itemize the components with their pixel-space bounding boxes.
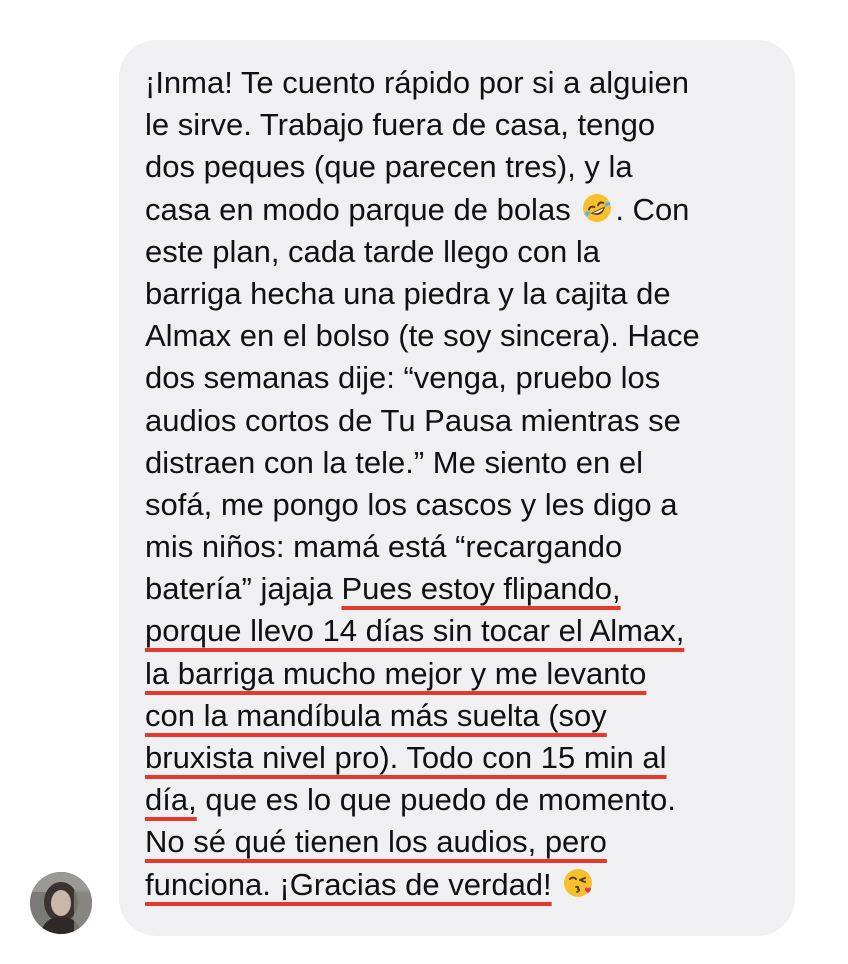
message-text-segment: audios cortos de Tu Pausa mientras se (145, 402, 681, 438)
message-line: funciona. ¡Gracias de verdad! (145, 864, 785, 906)
message-text-segment: casa en modo parque de bolas (145, 191, 571, 227)
message-line: día, que es lo que puedo de momento. (145, 779, 785, 821)
message-text-segment: Almax en el bolso (te soy sincera). Hace (145, 318, 700, 354)
message-text-segment: distraen con la tele.” Me siento en el (145, 444, 643, 480)
message-line: batería” jajaja Pues estoy flipando, (145, 568, 785, 610)
avatar[interactable] (30, 872, 92, 934)
message-line: la barriga mucho mejor y me levanto (145, 653, 785, 695)
message-line: sofá, me pongo los cascos y les digo a (145, 484, 785, 526)
message-line: le sirve. Trabajo fuera de casa, tengo (145, 104, 785, 146)
message-text-segment: sofá, me pongo los cascos y les digo a (145, 486, 678, 522)
message-line: dos semanas dije: “venga, pruebo los (145, 357, 785, 399)
message-text-segment: mis niños: mamá está “recargando (145, 529, 623, 565)
highlighted-text: porque llevo 14 días sin tocar el Almax, (145, 613, 685, 649)
message-line: porque llevo 14 días sin tocar el Almax, (145, 610, 785, 652)
face-blowing-kiss-emoji (562, 867, 594, 899)
message-text-segment: dos peques (que parecen tres), y la (145, 149, 633, 185)
message-bubble: ¡Inma! Te cuento rápido por si a alguien… (119, 40, 795, 936)
highlighted-text: funciona. ¡Gracias de verdad! (145, 866, 552, 902)
message-line: mis niños: mamá está “recargando (145, 526, 785, 568)
highlighted-text: bruxista nivel pro). Todo con 15 min al (145, 740, 667, 775)
highlighted-text: No sé qué tienen los audios, pero (145, 824, 607, 860)
message-line: No sé qué tienen los audios, pero (145, 821, 785, 863)
message-text-segment: le sirve. Trabajo fuera de casa, tengo (145, 107, 656, 143)
message-line: ¡Inma! Te cuento rápido por si a alguien (145, 62, 785, 104)
message-text-segment: este plan, cada tarde llego con la (145, 233, 600, 269)
highlighted-text: Pues estoy flipando, (341, 571, 621, 607)
message-text-segment: dos semanas dije: “venga, pruebo los (145, 360, 661, 396)
message-text-segment: que es lo que puedo de momento. (196, 782, 676, 818)
user-avatar-photo (30, 872, 92, 934)
message-text: ¡Inma! Te cuento rápido por si a alguien… (145, 62, 785, 906)
highlighted-text: con la mandíbula más suelta (soy (145, 697, 607, 733)
message-line: este plan, cada tarde llego con la (145, 231, 785, 273)
message-line: Almax en el bolso (te soy sincera). Hace (145, 315, 785, 357)
message-text-segment: batería” jajaja (145, 571, 342, 607)
message-line: audios cortos de Tu Pausa mientras se (145, 400, 785, 442)
message-line: barriga hecha una piedra y la cajita de (145, 273, 785, 315)
chat-view: ¡Inma! Te cuento rápido por si a alguien… (0, 0, 848, 964)
message-line: casa en modo parque de bolas . Con (145, 189, 785, 231)
message-text-segment: barriga hecha una piedra y la cajita de (145, 275, 671, 311)
message-line: bruxista nivel pro). Todo con 15 min al (145, 737, 785, 779)
message-line: dos peques (que parecen tres), y la (145, 146, 785, 188)
message-line: distraen con la tele.” Me siento en el (145, 442, 785, 484)
message-line: con la mandíbula más suelta (soy (145, 695, 785, 737)
message-text-segment: . Con (615, 191, 690, 227)
highlighted-text: día, (145, 782, 197, 818)
rolling-on-floor-laughing-emoji (581, 192, 613, 224)
message-text-segment: ¡Inma! Te cuento rápido por si a alguien (145, 65, 689, 100)
highlighted-text: la barriga mucho mejor y me levanto (145, 655, 647, 691)
